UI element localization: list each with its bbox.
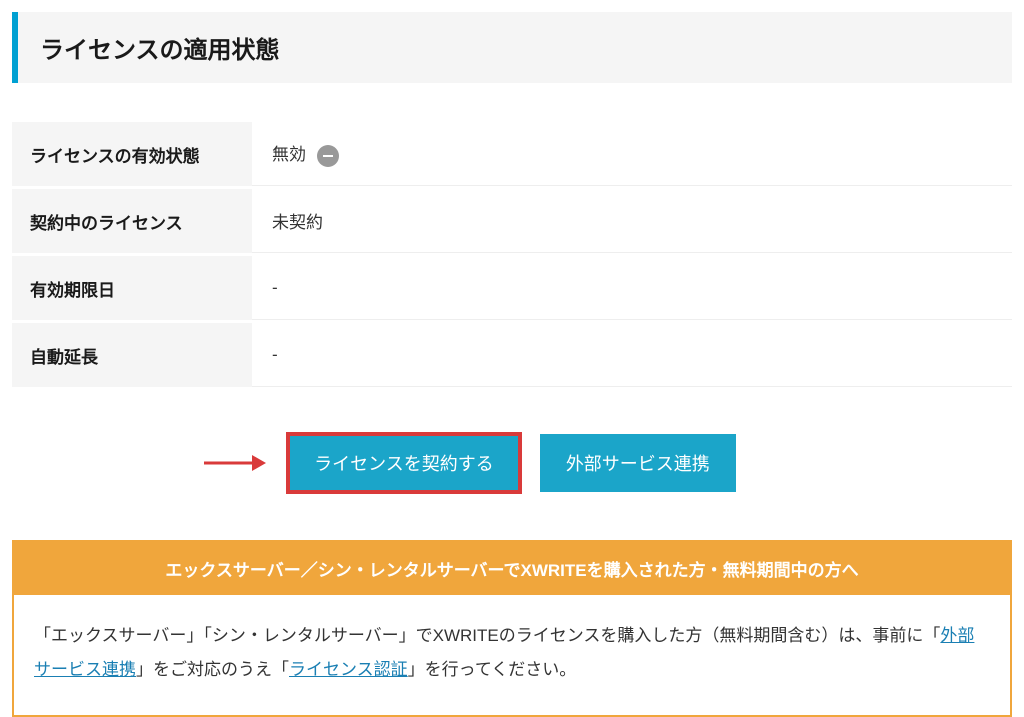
status-label: 有効期限日	[12, 256, 252, 320]
table-row: 有効期限日 -	[12, 256, 1012, 320]
license-contract-button[interactable]: ライセンスを契約する	[288, 434, 520, 492]
section-title: ライセンスの適用状態	[40, 30, 990, 65]
status-text: 無効	[272, 145, 306, 164]
notice-box: エックスサーバー／シン・レンタルサーバーでXWRITEを購入された方・無料期間中…	[12, 540, 1012, 717]
notice-text: 」を行ってください。	[408, 660, 577, 679]
minus-icon	[317, 145, 339, 167]
license-status-table: ライセンスの有効状態 無効 契約中のライセンス 未契約 有効期限日 - 自動延長…	[12, 119, 1012, 390]
notice-body: 「エックスサーバー」「シン・レンタルサーバー」でXWRITEのライセンスを購入し…	[14, 595, 1010, 715]
button-row: ライセンスを契約する 外部サービス連携	[12, 434, 1012, 492]
status-value: -	[252, 323, 1012, 387]
table-row: 契約中のライセンス 未契約	[12, 189, 1012, 253]
status-value: -	[252, 256, 1012, 320]
status-value: 無効	[252, 122, 1012, 186]
status-label: ライセンスの有効状態	[12, 122, 252, 186]
status-label: 契約中のライセンス	[12, 189, 252, 253]
arrow-icon	[202, 452, 266, 474]
license-auth-link[interactable]: ライセンス認証	[289, 660, 408, 679]
external-service-button[interactable]: 外部サービス連携	[540, 434, 736, 492]
section-header: ライセンスの適用状態	[12, 12, 1012, 83]
notice-header: エックスサーバー／シン・レンタルサーバーでXWRITEを購入された方・無料期間中…	[14, 542, 1010, 595]
notice-text: 「エックスサーバー」「シン・レンタルサーバー」でXWRITEのライセンスを購入し…	[34, 626, 940, 645]
status-value: 未契約	[252, 189, 1012, 253]
status-label: 自動延長	[12, 323, 252, 387]
table-row: ライセンスの有効状態 無効	[12, 122, 1012, 186]
table-row: 自動延長 -	[12, 323, 1012, 387]
notice-text: 」をご対応のうえ「	[136, 660, 289, 679]
